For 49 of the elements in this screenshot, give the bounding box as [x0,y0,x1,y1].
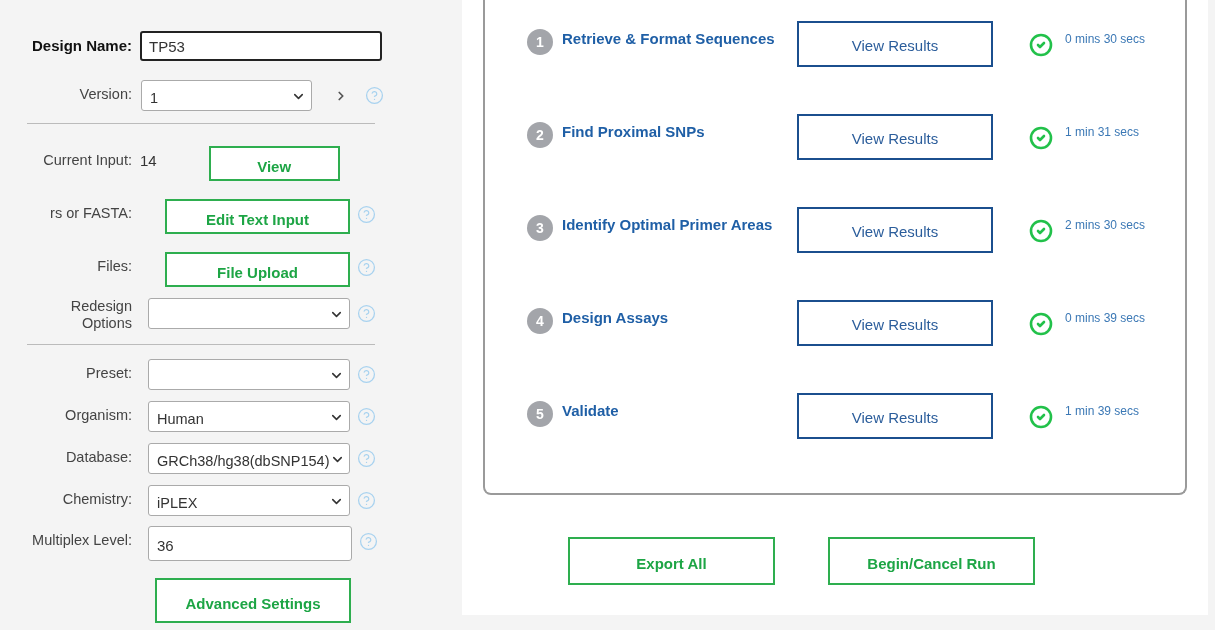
view-results-button[interactable]: View Results [797,114,993,160]
help-icon[interactable] [357,258,376,277]
step-number: 5 [527,401,553,427]
field-label: Files: [96,257,132,275]
field-label: Version: [78,85,132,103]
input-count: 14 [140,151,157,169]
help-icon[interactable] [357,304,376,323]
field-label: Redesign Options [69,298,132,332]
view-results-button[interactable]: View Results [797,393,993,439]
step-title: Identify Optimal Primer Areas [562,216,774,233]
view-results-button[interactable]: View Results [797,207,993,253]
field-label: Chemistry: [61,490,132,508]
design-name-field[interactable]: TP53 [140,31,382,61]
version-select[interactable]: 1 [141,80,312,111]
step-number: 4 [527,308,553,334]
help-icon[interactable] [357,205,376,224]
help-icon[interactable] [357,407,376,426]
dropdown-field[interactable] [148,298,350,329]
step-duration: 0 mins 39 secs [1065,311,1146,325]
dropdown-field[interactable]: iPLEX [148,485,350,516]
field-label: Organism: [64,406,132,424]
step-title: Retrieve & Format Sequences [562,30,776,47]
help-icon[interactable] [365,86,384,105]
step-title: Design Assays [562,309,670,326]
field-label: Database: [64,448,132,466]
field-label: Current Input: [42,151,132,169]
help-icon[interactable] [357,365,376,384]
dropdown-field[interactable] [148,359,350,390]
field-label: Multiplex Level: [31,531,132,549]
help-icon[interactable] [357,491,376,510]
step-title: Find Proximal SNPs [562,123,706,140]
dropdown-field[interactable]: Human [148,401,350,432]
step-duration: 1 min 39 secs [1065,404,1140,418]
step-number: 1 [527,29,553,55]
step-duration: 1 min 31 secs [1065,125,1140,139]
help-icon[interactable] [359,532,378,551]
step-number: 3 [527,215,553,241]
field-label: Design Name: [30,36,132,54]
view-results-button[interactable]: View Results [797,21,993,67]
step-duration: 2 mins 30 secs [1065,218,1146,232]
input-field[interactable]: 36 [148,526,352,561]
dropdown-field[interactable]: GRCh38/hg38(dbSNP154) [148,443,350,474]
step-number: 2 [527,122,553,148]
field-label: rs or FASTA: [49,204,132,222]
step-duration: 0 mins 30 secs [1065,32,1146,46]
help-icon[interactable] [357,449,376,468]
view-results-button[interactable]: View Results [797,300,993,346]
field-label: Preset: [85,364,132,382]
step-title: Validate [562,402,620,419]
